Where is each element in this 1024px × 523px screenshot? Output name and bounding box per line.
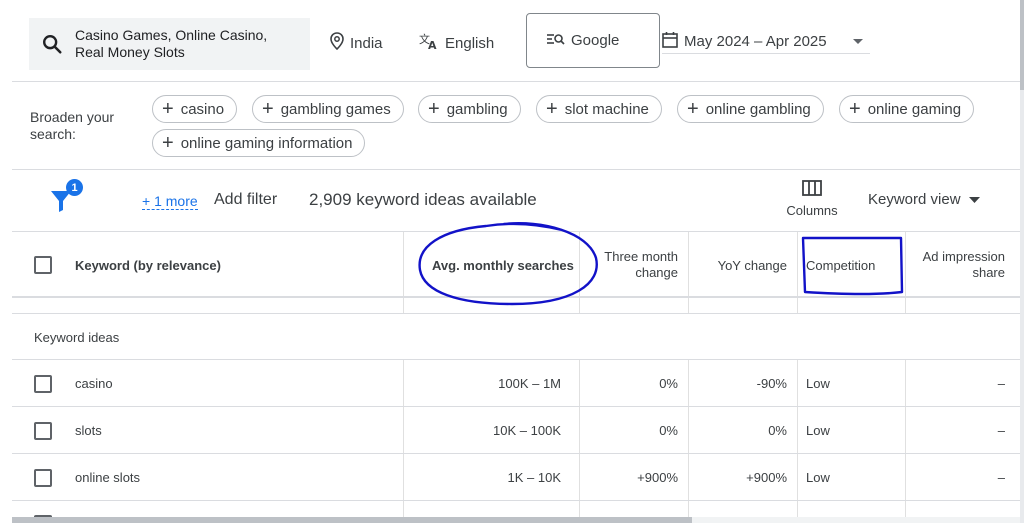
chip-gambling-games[interactable]: + gambling games (252, 95, 404, 123)
keyword-cell: online slots (75, 470, 141, 485)
more-filters-link[interactable]: + 1 more (142, 193, 198, 210)
columns-icon (802, 180, 822, 199)
chip-gambling[interactable]: + gambling (418, 95, 521, 123)
location-selector[interactable]: India (330, 32, 383, 54)
section-title: Keyword ideas (34, 330, 120, 345)
language-label: English (445, 34, 495, 52)
ad-share-cell: – (997, 423, 1005, 438)
header-line: Three month (604, 249, 678, 264)
three-month-cell: 0% (659, 376, 678, 391)
chevron-down-icon (968, 191, 980, 208)
chip-online-gaming-information[interactable]: + online gaming information (152, 129, 366, 157)
plus-icon: + (162, 98, 174, 120)
row-checkbox[interactable] (34, 469, 52, 487)
chip-label: gambling games (280, 100, 391, 118)
chip-label: gambling (446, 100, 508, 118)
header-line: Ad impression (922, 249, 1005, 264)
avg-searches-cell: 100K – 1M (498, 376, 561, 391)
chip-label: online gaming information (180, 134, 353, 152)
date-range-label: May 2024 – Apr 2025 (684, 33, 827, 50)
location-label: India (350, 34, 383, 52)
chip-label: slot machine (564, 100, 649, 118)
chip-casino[interactable]: + casino (152, 95, 238, 123)
search-engine-label: Google (571, 32, 620, 49)
chip-online-gambling[interactable]: + online gambling (677, 95, 824, 123)
translate-icon: 文A (419, 32, 439, 54)
yoy-cell: 0% (768, 423, 787, 438)
vertical-scrollbar[interactable] (1020, 0, 1024, 523)
yoy-cell: +900% (746, 470, 787, 485)
table-row[interactable]: slots 10K – 100K 0% 0% Low – (12, 407, 1020, 454)
yoy-change-header[interactable]: YoY change (698, 258, 787, 273)
columns-label: Columns (786, 203, 838, 218)
three-month-cell: +900% (637, 470, 678, 485)
broaden-search-section: Broaden your search: + casino + gambling g… (12, 82, 1020, 170)
top-filter-bar: Casino Games, Online Casino, Real Money … (12, 0, 1020, 82)
table-row[interactable]: casino 100K – 1M 0% -90% Low – (12, 360, 1020, 407)
columns-button[interactable]: Columns (782, 180, 842, 218)
three-month-cell: 0% (659, 423, 678, 438)
ad-share-cell: – (997, 470, 1005, 485)
row-checkbox[interactable] (34, 422, 52, 440)
plus-icon: + (546, 98, 558, 120)
search-query-text: Casino Games, Online Casino, Real Money … (75, 27, 268, 60)
plus-icon: + (849, 98, 861, 120)
keyword-ideas-section: Keyword ideas (12, 314, 1020, 360)
location-pin-icon (330, 32, 344, 54)
filter-count-badge: 1 (66, 179, 83, 196)
search-engine-selector[interactable]: Google (526, 13, 660, 68)
ad-impression-share-header[interactable]: Ad impression share (906, 249, 1005, 281)
svg-text:A: A (428, 39, 437, 50)
avg-searches-cell: 1K – 10K (507, 470, 562, 485)
chip-online-gaming[interactable]: + online gaming (839, 95, 975, 123)
header-line: change (635, 265, 678, 280)
chip-slot-machine[interactable]: + slot machine (536, 95, 662, 123)
chevron-down-icon (852, 33, 864, 50)
select-all-checkbox[interactable] (34, 256, 52, 274)
calendar-icon (662, 31, 678, 52)
keyword-planner-page: Casino Games, Online Casino, Real Money … (12, 0, 1020, 523)
chip-label: casino (180, 100, 225, 118)
plus-icon: + (162, 132, 174, 154)
chip-label: online gaming (867, 100, 962, 118)
date-range-selector[interactable]: May 2024 – Apr 2025 (662, 30, 870, 54)
keyword-cell: casino (75, 376, 113, 391)
results-toolbar: 1 + 1 more Add filter 2,909 keyword idea… (12, 170, 1020, 232)
avg-searches-cell: 10K – 100K (493, 423, 561, 438)
keyword-cell: slots (75, 423, 102, 438)
keyword-view-selector[interactable]: Keyword view (868, 191, 980, 208)
row-checkbox[interactable] (34, 375, 52, 393)
broaden-label: Broaden your search: (30, 109, 115, 142)
three-month-change-header[interactable]: Three month change (580, 249, 678, 281)
competition-cell: Low (806, 470, 830, 485)
keyword-view-label: Keyword view (868, 191, 961, 208)
horizontal-scrollbar[interactable] (12, 517, 1020, 523)
search-network-icon (547, 32, 565, 50)
add-filter-button[interactable]: Add filter (214, 191, 277, 209)
plus-icon: + (687, 98, 699, 120)
competition-cell: Low (806, 423, 830, 438)
scrollbar-thumb[interactable] (12, 517, 692, 523)
avg-monthly-searches-header[interactable]: Avg. monthly searches (432, 258, 574, 273)
scrollbar-thumb[interactable] (1020, 0, 1024, 90)
yoy-cell: -90% (756, 376, 787, 391)
table-spacer-row (12, 298, 1020, 314)
competition-cell: Low (806, 376, 830, 391)
keyword-column-header[interactable]: Keyword (by relevance) (75, 258, 221, 273)
plus-icon: + (428, 98, 440, 120)
language-selector[interactable]: 文A English (419, 32, 494, 54)
search-icon (29, 33, 75, 55)
chip-label: online gambling (705, 100, 811, 118)
keyword-ideas-count: 2,909 keyword ideas available (309, 190, 537, 209)
plus-icon: + (262, 98, 274, 120)
header-line: share (972, 265, 1005, 280)
table-row[interactable]: online slots 1K – 10K +900% +900% Low – (12, 454, 1020, 501)
competition-header[interactable]: Competition (806, 258, 875, 273)
ad-share-cell: – (997, 376, 1005, 391)
table-header: Keyword (by relevance) Avg. monthly sear… (12, 232, 1020, 298)
search-keywords-box[interactable]: Casino Games, Online Casino, Real Money … (29, 18, 310, 70)
